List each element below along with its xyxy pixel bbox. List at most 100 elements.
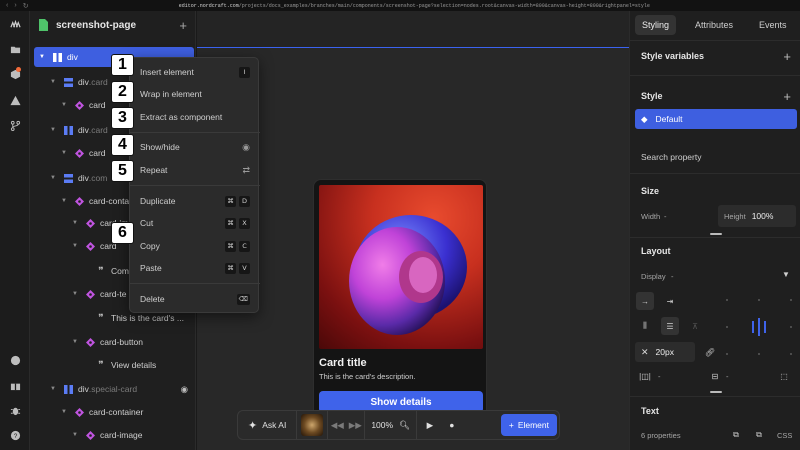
padding-vertical-icon[interactable]: ⊟ xyxy=(706,367,724,385)
link-icon[interactable]: 🔗︎ xyxy=(701,343,719,361)
eye-icon[interactable]: ◉ xyxy=(181,384,188,395)
files-icon[interactable] xyxy=(8,42,22,56)
notification-dot xyxy=(16,67,21,72)
browser-nav: ‹ › ↻ xyxy=(6,2,29,10)
padding-vertical-value[interactable]: - xyxy=(726,372,729,381)
paste-icon[interactable]: ⧉ xyxy=(750,426,768,444)
package-icon[interactable] xyxy=(8,67,22,81)
chevron-down-icon[interactable]: ▼ xyxy=(71,220,79,226)
chevron-down-icon[interactable]: ▼ xyxy=(60,198,68,204)
element-icon xyxy=(85,337,95,347)
eye-icon: ◉ xyxy=(242,141,250,152)
rewind-icon[interactable]: ◀◀ xyxy=(328,420,346,431)
menu-divider xyxy=(130,283,260,284)
text-quote-icon: ❞ xyxy=(98,312,104,324)
menu-show-hide[interactable]: Show/hide ◉ xyxy=(130,137,260,157)
add-element-button[interactable]: + Element xyxy=(500,414,557,436)
chevron-down-icon[interactable]: ▼ xyxy=(60,150,68,156)
height-field[interactable]: Height 100% xyxy=(718,205,796,227)
menu-delete-label: Delete xyxy=(140,294,165,304)
add-style-icon[interactable]: + xyxy=(783,89,791,104)
chevron-down-icon[interactable]: ▼ xyxy=(782,270,790,279)
tab-attributes[interactable]: Attributes xyxy=(688,15,740,35)
padding-all-icon[interactable]: ⬚ xyxy=(775,367,793,385)
back-icon[interactable]: ‹ xyxy=(6,2,8,10)
menu-wrap-element[interactable]: Wrap in element xyxy=(130,84,260,104)
preview-thumbnail[interactable] xyxy=(301,414,324,436)
size-section: Size xyxy=(630,186,800,196)
display-value[interactable]: - xyxy=(671,272,674,281)
align-stretch-icon[interactable]: ⊼ xyxy=(686,317,704,335)
gap-field[interactable]: ✕ 20px xyxy=(635,342,695,362)
menu-extract-component[interactable]: Extract as component xyxy=(130,107,260,127)
stop-icon[interactable]: ● xyxy=(443,420,461,430)
help-icon[interactable]: ? xyxy=(8,428,22,442)
preview-card[interactable]: Card title This is the card's descriptio… xyxy=(313,179,487,439)
add-variable-icon[interactable]: + xyxy=(783,49,791,64)
canvas[interactable]: Card title This is the card's descriptio… xyxy=(197,11,629,450)
tree-row[interactable]: ▼ card-container xyxy=(34,402,194,422)
default-style-item[interactable]: ◆ Default xyxy=(635,109,797,129)
tree-row[interactable]: ▼ card-image xyxy=(34,425,194,445)
menu-insert-element[interactable]: Insert element I xyxy=(130,62,260,82)
direction-wrap-icon[interactable]: ⇥ xyxy=(661,292,679,310)
padding-left-value[interactable]: - xyxy=(658,372,661,381)
gift-icon[interactable] xyxy=(8,378,22,392)
css-button[interactable]: CSS xyxy=(777,431,792,440)
page-name: screenshot-page xyxy=(56,19,137,31)
chevron-down-icon[interactable]: ▼ xyxy=(71,243,79,249)
layout-title: Layout xyxy=(641,246,671,256)
theme-icon[interactable] xyxy=(8,353,22,367)
menu-cut-label: Cut xyxy=(140,218,154,228)
menu-duplicate[interactable]: Duplicate ⌘ D xyxy=(130,191,260,211)
chevron-down-icon[interactable]: ▼ xyxy=(38,54,46,60)
element-icon xyxy=(85,430,95,440)
style-section: Style + xyxy=(630,89,800,104)
tree-row[interactable]: ❞ View details xyxy=(34,355,194,375)
section-resize-handle[interactable] xyxy=(710,391,722,393)
chevron-down-icon[interactable]: ▼ xyxy=(49,127,57,133)
chevron-down-icon[interactable]: ▼ xyxy=(60,102,68,108)
padding-horizontal-icon[interactable]: |◫| xyxy=(636,367,654,385)
add-icon[interactable]: + xyxy=(179,18,187,33)
url-text[interactable]: editor.nordcraft.com/projects/docs_examp… xyxy=(29,3,800,9)
branch-icon[interactable] xyxy=(8,118,22,132)
search-property-input[interactable]: Search property xyxy=(641,152,701,162)
tree-row-class: .card xyxy=(88,77,108,87)
forward-icon[interactable]: › xyxy=(14,2,16,10)
menu-repeat[interactable]: Repeat ⇄ xyxy=(130,160,260,180)
menu-copy[interactable]: Copy ⌘ C xyxy=(130,236,260,256)
section-resize-handle[interactable] xyxy=(710,233,722,235)
direction-row-icon[interactable]: → xyxy=(636,292,654,310)
width-value[interactable]: - xyxy=(664,212,667,221)
bug-icon[interactable] xyxy=(8,403,22,417)
chevron-down-icon[interactable]: ▼ xyxy=(49,79,57,85)
nordcraft-logo-icon[interactable] xyxy=(8,17,22,31)
alignment-grid[interactable] xyxy=(726,296,792,360)
warning-icon[interactable] xyxy=(8,93,22,107)
align-rows-icon[interactable]: ☰ xyxy=(661,317,679,335)
chevron-down-icon[interactable]: ▼ xyxy=(71,432,79,438)
align-columns-icon[interactable]: ⫼ xyxy=(636,317,654,335)
chevron-down-icon[interactable]: ▼ xyxy=(71,291,79,297)
tree-row[interactable]: ▼ div .special-card ◉ xyxy=(34,379,194,399)
zoom-icon[interactable]: 🔍︎ xyxy=(399,420,410,431)
tab-events[interactable]: Events xyxy=(752,15,794,35)
chevron-down-icon[interactable]: ▼ xyxy=(60,409,68,415)
tree-row[interactable]: ▼ card-button xyxy=(34,332,194,352)
menu-paste[interactable]: Paste ⌘ V xyxy=(130,258,260,278)
chevron-down-icon[interactable]: ▼ xyxy=(49,175,57,181)
ask-ai-button[interactable]: ✦ Ask AI xyxy=(238,419,296,432)
copy-icon[interactable]: ⧉ xyxy=(727,426,745,444)
play-icon[interactable]: ▶ xyxy=(417,420,443,431)
chevron-down-icon[interactable]: ▼ xyxy=(71,339,79,345)
zoom-control[interactable]: 100% 🔍︎ xyxy=(365,420,416,431)
menu-delete[interactable]: Delete ⌫ xyxy=(130,289,260,309)
tree-row-label: div xyxy=(78,384,89,394)
fast-forward-icon[interactable]: ▶▶ xyxy=(346,420,364,431)
chevron-down-icon[interactable]: ▼ xyxy=(49,386,57,392)
tab-styling[interactable]: Styling xyxy=(635,15,677,35)
menu-cut[interactable]: Cut ⌘ X xyxy=(130,213,260,233)
style-variables-title: Style variables xyxy=(641,51,705,61)
element-icon xyxy=(74,100,84,110)
